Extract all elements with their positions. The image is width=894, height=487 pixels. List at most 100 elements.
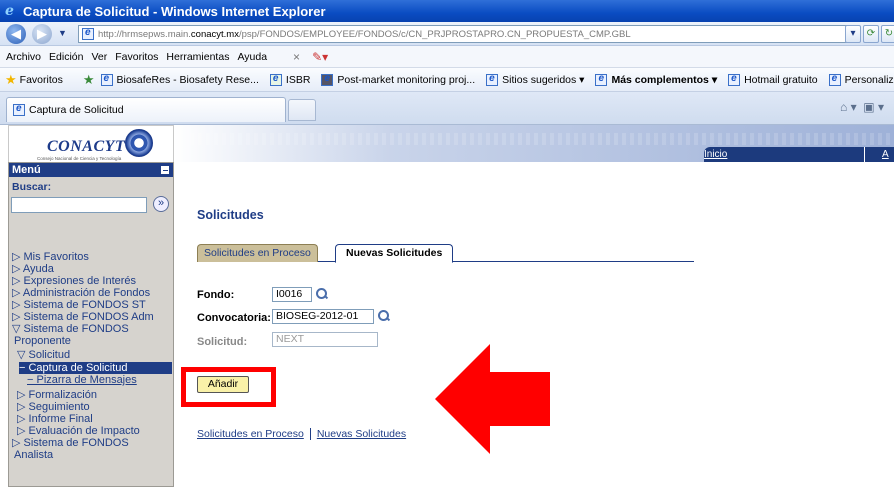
search-go-icon[interactable]: »: [153, 196, 169, 212]
page-icon: [82, 27, 94, 40]
add-favorite-icon[interactable]: ★: [83, 72, 95, 88]
sidebar-item-evaluacion[interactable]: ▷ Evaluación de Impacto: [17, 425, 140, 437]
chevron-down-icon[interactable]: ▾: [851, 100, 857, 114]
sidebar-item-proponente[interactable]: Proponente: [14, 335, 71, 347]
history-dropdown-icon[interactable]: ▼: [58, 28, 67, 38]
refresh-icon[interactable]: ↻: [881, 25, 894, 43]
page-title: Solicitudes: [197, 208, 264, 222]
command-bar: ⌂ ▾ ▣ ▾: [840, 100, 884, 114]
minimize-icon[interactable]: [160, 165, 170, 175]
sidebar-item-fondos-adm[interactable]: ▷ Sistema de FONDOS Adm: [12, 311, 154, 323]
link-nuevas-solicitudes[interactable]: Nuevas Solicitudes: [317, 428, 406, 440]
sidebar-item-fondos-st[interactable]: ▷ Sistema de FONDOS ST: [12, 299, 146, 311]
new-tab-button[interactable]: [288, 99, 316, 121]
sidebar-item-formalizacion[interactable]: ▷ Formalización: [17, 389, 97, 401]
page-icon: [595, 73, 608, 86]
sidebar-item-solicitud[interactable]: ▽ Solicitud: [17, 349, 70, 361]
fav-mas-complementos[interactable]: Más complementos ▾: [592, 73, 718, 86]
page-icon: [321, 73, 334, 86]
browser-window: e Captura de Solicitud - Windows Interne…: [0, 0, 894, 487]
menu-title: Menú: [12, 164, 41, 176]
page-icon: [13, 103, 25, 116]
url-domain: conacyt.mx: [190, 28, 239, 40]
menu-header: Menú: [9, 163, 173, 177]
menu-edicion[interactable]: Edición: [49, 51, 83, 63]
favorites-bar: ★Favoritos ★ BiosafeRes - Biosafety Rese…: [0, 68, 894, 92]
header-nav: [704, 147, 894, 162]
conacyt-seal-icon: [125, 129, 153, 157]
fav-sitios-sugeridos[interactable]: Sitios sugeridos ▾: [483, 73, 585, 86]
sidebar-item-fondos-proponente[interactable]: ▽ Sistema de FONDOS: [12, 323, 129, 335]
fav-label: ISBR: [285, 73, 311, 86]
tab-solicitudes-en-proceso[interactable]: Solicitudes en Proceso: [197, 244, 318, 262]
convocatoria-field[interactable]: BIOSEG-2012-01: [272, 309, 374, 324]
sidebar-item-expresiones[interactable]: ▷ Expresiones de Interés: [12, 275, 136, 287]
menu-archivo[interactable]: Archivo: [6, 51, 41, 63]
sidebar-item-pizarra[interactable]: − Pizarra de Mensajes: [27, 374, 137, 386]
search-input[interactable]: [11, 197, 147, 213]
feeds-icon[interactable]: ▣: [863, 100, 874, 114]
fav-label: Sitios sugeridos ▾: [502, 73, 585, 86]
page-icon: [728, 73, 741, 86]
favorites-button[interactable]: ★ Favoritos: [5, 72, 63, 88]
close-icon[interactable]: ×: [293, 50, 300, 64]
menu-bar: Archivo Edición Ver Favoritos Herramient…: [0, 46, 894, 68]
page-icon: [100, 73, 113, 86]
sidebar-item-fondos-analista[interactable]: ▷ Sistema de FONDOS: [12, 437, 129, 449]
fondo-label: Fondo:: [197, 289, 235, 301]
star-icon: ★: [5, 71, 17, 87]
menu-favoritos[interactable]: Favoritos: [115, 51, 158, 63]
portal-header: Inicio A: [174, 125, 894, 162]
sidebar-item-informe[interactable]: ▷ Informe Final: [17, 413, 93, 425]
ie-icon: e: [5, 3, 14, 19]
link-solicitudes-en-proceso[interactable]: Solicitudes en Proceso: [197, 428, 304, 440]
chevron-down-icon[interactable]: ▾: [878, 100, 884, 114]
fav-hotmail[interactable]: Hotmail gratuito: [725, 73, 818, 86]
page-content: CONACYT Consejo Nacional de Ciencia y Te…: [0, 125, 894, 487]
url-dropdown-button[interactable]: ▾: [845, 25, 861, 43]
sidebar-item-ayuda[interactable]: ▷ Ayuda: [12, 263, 54, 275]
sidebar-item-analista[interactable]: Analista: [14, 449, 53, 461]
window-title: Captura de Solicitud - Windows Internet …: [23, 3, 326, 19]
add-on-icon[interactable]: ✎▾: [312, 50, 328, 64]
forward-button[interactable]: ▶: [32, 24, 52, 44]
fondo-field[interactable]: I0016: [272, 287, 312, 302]
sidebar-item-administracion[interactable]: ▷ Administración de Fondos: [12, 287, 150, 299]
solicitud-label: Solicitud:: [197, 336, 248, 348]
nav-next-link[interactable]: A: [882, 149, 889, 160]
convocatoria-lookup-icon[interactable]: [378, 310, 390, 322]
conacyt-logo: CONACYT: [47, 138, 126, 155]
sidebar-item-captura[interactable]: − Captura de Solicitud: [19, 362, 172, 374]
logo-subtitle: Consejo Nacional de Ciencia y Tecnología: [37, 156, 122, 161]
menu-ver[interactable]: Ver: [91, 51, 107, 63]
menu-ayuda[interactable]: Ayuda: [237, 51, 267, 63]
address-toolbar: ◀ ▶ ▼ http://hrmsepws.main.conacyt.mx/ps…: [0, 22, 894, 46]
search-label: Buscar:: [12, 181, 52, 193]
sidebar-item-mis-favoritos[interactable]: ▷ Mis Favoritos: [12, 251, 89, 263]
compatibility-icon[interactable]: ⟳: [863, 25, 879, 43]
home-icon[interactable]: ⌂: [840, 100, 847, 114]
fav-post-market[interactable]: Post-market monitoring proj...: [318, 73, 476, 86]
tab-nuevas-solicitudes[interactable]: Nuevas Solicitudes: [335, 244, 454, 263]
fav-label: BiosafeRes - Biosafety Rese...: [116, 73, 259, 86]
anadir-button[interactable]: Añadir: [197, 376, 249, 393]
fav-isbr[interactable]: ISBR: [267, 73, 311, 86]
menu-herramientas[interactable]: Herramientas: [166, 51, 229, 63]
fav-label: Post-market monitoring proj...: [337, 73, 476, 86]
fondo-lookup-icon[interactable]: [316, 288, 328, 300]
separator: [864, 147, 865, 162]
fav-biosaferes[interactable]: BiosafeRes - Biosafety Rese...: [98, 73, 259, 86]
back-button[interactable]: ◀: [6, 24, 26, 44]
solicitudes-tabs: Solicitudes en Proceso Nuevas Solicitude…: [197, 244, 694, 263]
nav-inicio-link[interactable]: Inicio: [704, 149, 727, 160]
page-icon: [269, 73, 282, 86]
address-bar[interactable]: http://hrmsepws.main.conacyt.mx/psp/FOND…: [78, 25, 858, 43]
browser-tab[interactable]: Captura de Solicitud: [6, 97, 286, 122]
page-icon: [486, 73, 499, 86]
bottom-links: Solicitudes en Proceso Nuevas Solicitudes: [197, 428, 406, 441]
fav-label: Más complementos ▾: [611, 73, 718, 86]
sidebar-item-seguimiento[interactable]: ▷ Seguimiento: [17, 401, 90, 413]
page-icon: [828, 73, 841, 86]
fav-personaliza[interactable]: Personaliza: [826, 73, 894, 86]
browser-tab-label: Captura de Solicitud: [29, 104, 124, 116]
